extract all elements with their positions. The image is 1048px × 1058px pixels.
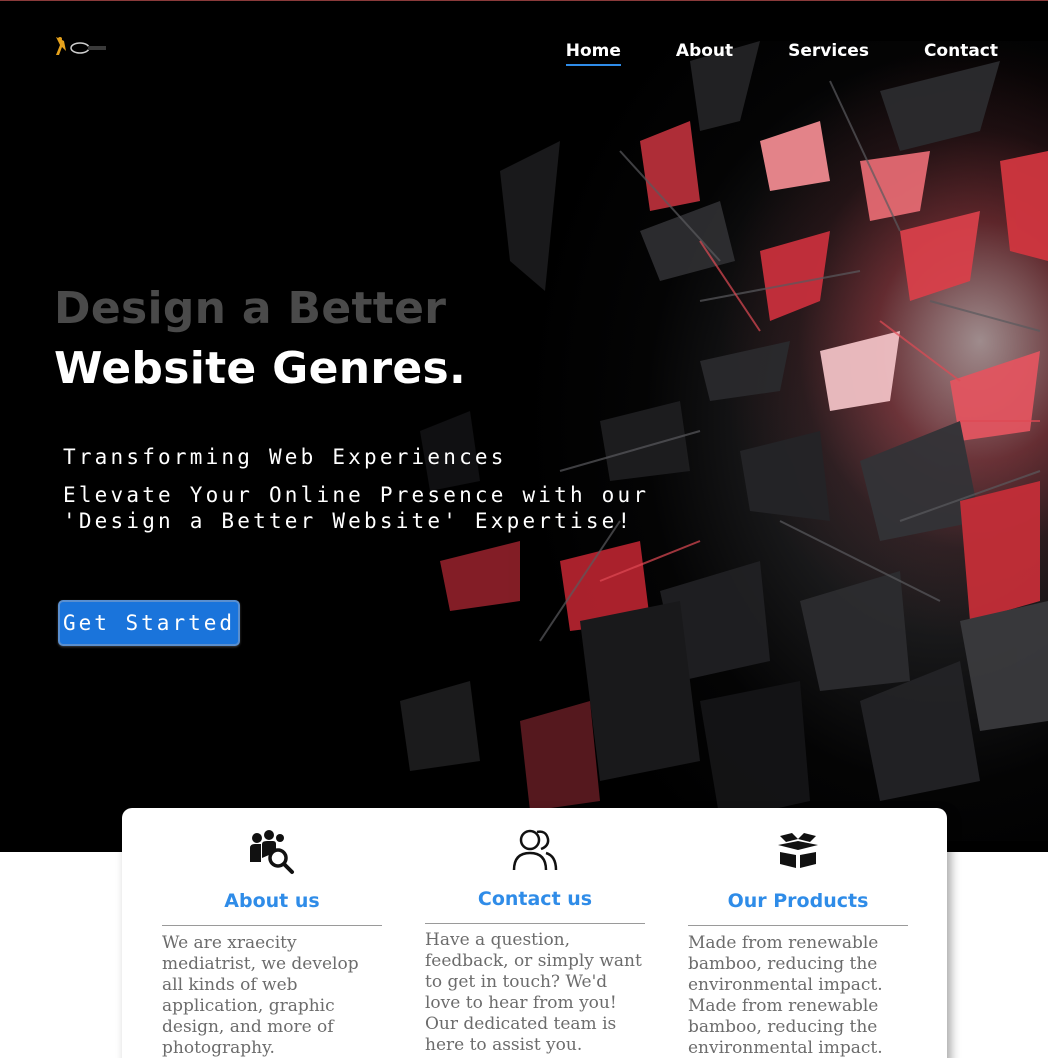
hero-tagline: Transforming Web Experiences — [63, 445, 507, 469]
card-divider — [162, 925, 382, 926]
hero-headline-line1: Design a Better — [54, 283, 447, 334]
team-search-icon — [250, 830, 294, 874]
card-description: Made from renewable bamboo, reducing the… — [688, 933, 883, 1058]
nav-services[interactable]: Services — [788, 41, 869, 66]
card-title: About us — [224, 890, 320, 912]
hero-headline-line2: Website Genres. — [54, 343, 466, 394]
card-title: Contact us — [477, 888, 593, 910]
users-icon — [512, 829, 558, 871]
brand-logo[interactable] — [52, 35, 108, 57]
main-nav: Home About Services Contact — [511, 41, 998, 66]
hero-subtext: Elevate Your Online Presence with our 'D… — [63, 483, 650, 533]
hero-shard-art — [400, 41, 1048, 821]
card-title: Our Products — [727, 890, 869, 912]
card-description: We are xraecity mediatrist, we develop a… — [162, 933, 359, 1058]
open-box-icon — [778, 833, 818, 868]
nav-about[interactable]: About — [676, 41, 733, 66]
hero-section: Home About Services Contact Design a Bet… — [0, 0, 1048, 852]
card-divider — [688, 925, 908, 926]
card-description: Have a question, feedback, or simply wan… — [425, 930, 642, 1055]
get-started-button[interactable]: Get Started — [58, 600, 240, 646]
card-divider — [425, 923, 645, 924]
nav-contact[interactable]: Contact — [924, 41, 998, 66]
feature-cards-panel: About us We are xraecity mediatrist, we … — [122, 808, 947, 1058]
nav-home[interactable]: Home — [565, 41, 621, 66]
